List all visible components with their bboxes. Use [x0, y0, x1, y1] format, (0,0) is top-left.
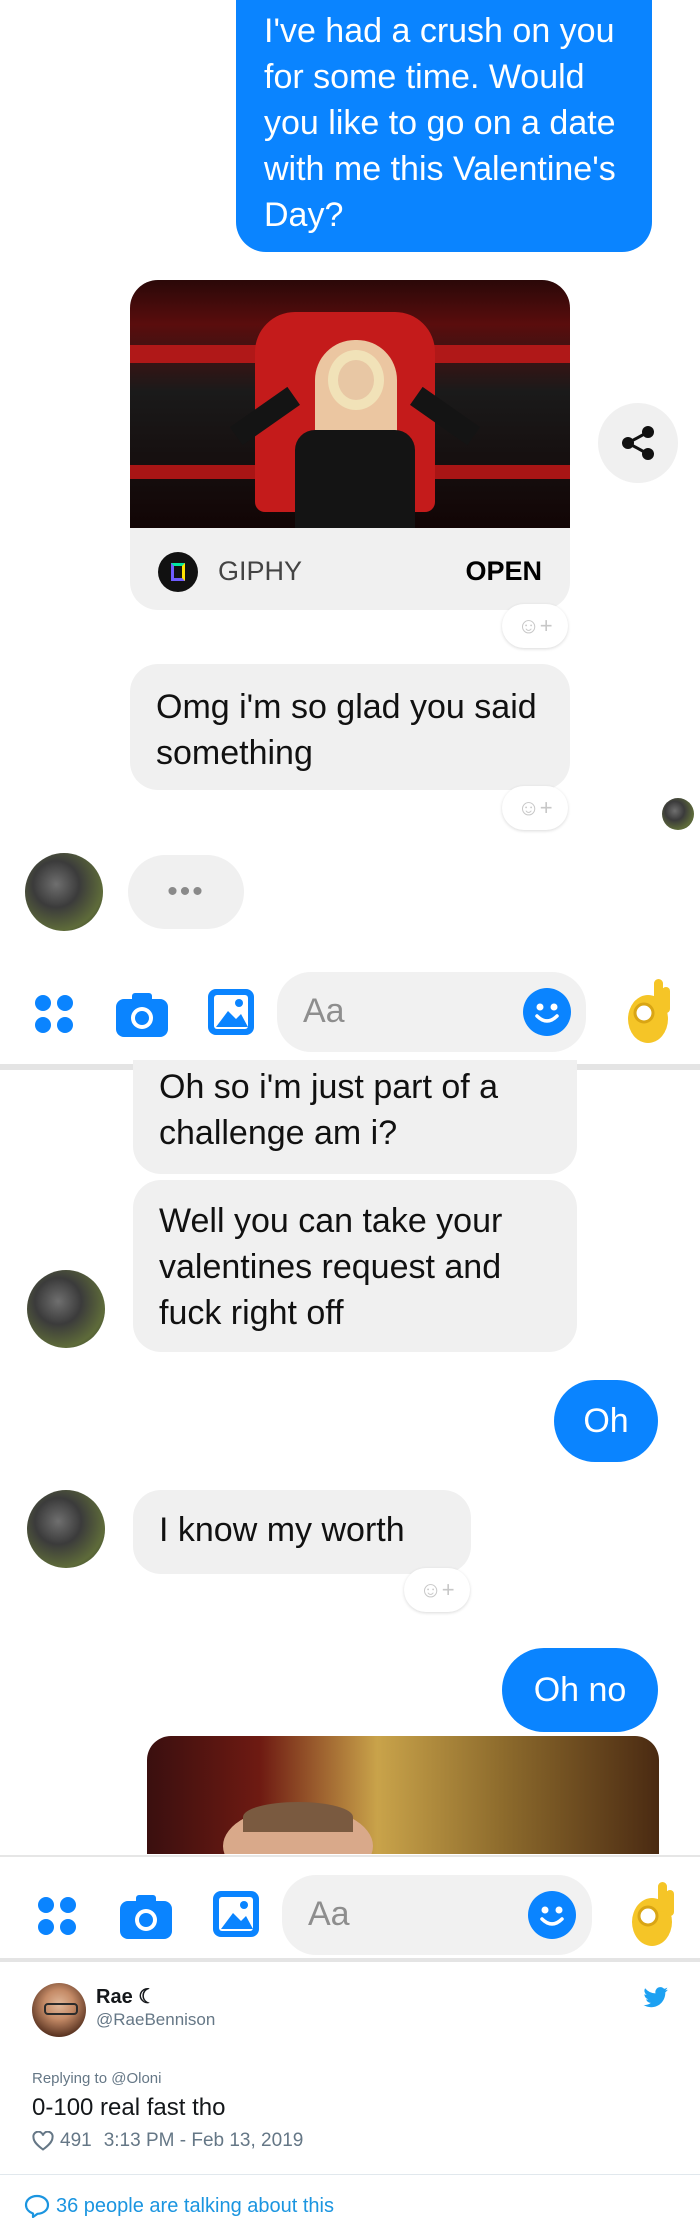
react-add-icon: ☺+	[517, 795, 553, 820]
tweet-conversation-link[interactable]: 36 people are talking about this	[24, 2194, 334, 2218]
gif-preview[interactable]	[147, 1736, 659, 1854]
emoji-button[interactable]	[528, 1891, 576, 1939]
message-text: Oh	[583, 1402, 629, 1440]
input-placeholder: Aa	[303, 992, 345, 1030]
gallery-button[interactable]	[205, 986, 257, 1038]
tweet-body: 0-100 real fast tho	[32, 2094, 226, 2121]
share-button[interactable]	[598, 403, 678, 483]
tweet-like-count: 491	[60, 2130, 92, 2151]
ok-hand-icon	[628, 979, 670, 1043]
comment-bubble-icon	[24, 2194, 50, 2218]
camera-button[interactable]	[114, 986, 170, 1042]
tweet-author-handle[interactable]: @RaeBennison	[96, 2010, 215, 2030]
gif-image	[130, 280, 570, 528]
message-text: Oh no	[533, 1671, 627, 1709]
menu-dots-icon	[38, 1897, 76, 1935]
giphy-label: GIPHY	[218, 556, 303, 586]
ok-hand-button[interactable]	[624, 1875, 680, 1951]
tweet-author-name[interactable]: Rae ☾	[96, 1984, 156, 2009]
message-incoming: Oh so i'm just part of a challenge am i?	[133, 1060, 577, 1174]
heart-icon[interactable]	[32, 2131, 54, 2151]
tweet-separator	[0, 1958, 700, 1962]
tweet-conversation-text: 36 people are talking about this	[56, 2194, 334, 2217]
toolbar-separator	[0, 1855, 700, 1857]
share-icon	[622, 426, 654, 460]
giphy-logo-icon	[158, 552, 198, 592]
message-text: I've had a crush on you for some time. W…	[264, 12, 616, 234]
message-input[interactable]: Aa	[277, 972, 586, 1052]
ok-hand-button[interactable]	[620, 972, 676, 1048]
message-text: Omg i'm so glad you said something	[156, 688, 537, 772]
message-incoming: I know my worth	[133, 1490, 471, 1574]
menu-dots-icon	[35, 995, 73, 1033]
message-outgoing: I've had a crush on you for some time. W…	[236, 0, 652, 252]
message-input[interactable]: Aa	[282, 1875, 592, 1955]
tweet-meta: 491 3:13 PM - Feb 13, 2019	[32, 2130, 303, 2152]
camera-icon	[116, 993, 168, 1037]
read-receipt-avatar	[662, 798, 694, 830]
contact-avatar	[27, 1490, 105, 1568]
emoji-icon	[540, 1906, 564, 1926]
react-add-button[interactable]: ☺+	[404, 1568, 470, 1612]
react-add-icon: ☺+	[517, 613, 553, 638]
message-text: I know my worth	[159, 1511, 405, 1549]
react-add-icon: ☺+	[419, 1577, 455, 1602]
tweet-replying-to[interactable]: Replying to @Oloni	[32, 2070, 161, 2087]
menu-dots-button[interactable]	[33, 1892, 81, 1940]
typing-indicator: •••	[128, 855, 244, 929]
message-text: Oh so i'm just part of a challenge am i?	[159, 1068, 499, 1152]
giphy-card[interactable]: GIPHY OPEN	[130, 280, 570, 610]
message-outgoing: Oh	[554, 1380, 658, 1462]
message-incoming: Well you can take your valentines reques…	[133, 1180, 577, 1352]
tweet-timestamp[interactable]: 3:13 PM - Feb 13, 2019	[104, 2130, 304, 2152]
contact-avatar	[25, 853, 103, 931]
react-add-button[interactable]: ☺+	[502, 786, 568, 830]
tweet-avatar[interactable]	[32, 1983, 86, 2037]
image-icon	[208, 989, 254, 1035]
tweet-footer-line	[0, 2174, 700, 2175]
camera-button[interactable]	[118, 1888, 174, 1944]
typing-dots: •••	[167, 875, 205, 908]
giphy-open-button[interactable]: OPEN	[465, 556, 542, 587]
message-text: Well you can take your valentines reques…	[159, 1202, 503, 1332]
contact-avatar	[27, 1270, 105, 1348]
emoji-button[interactable]	[523, 988, 571, 1036]
input-placeholder: Aa	[308, 1895, 350, 1933]
message-outgoing: Oh no	[502, 1648, 658, 1732]
emoji-icon	[535, 1003, 559, 1023]
camera-icon	[120, 1895, 172, 1939]
image-icon	[213, 1891, 259, 1937]
message-incoming: Omg i'm so glad you said something	[130, 664, 570, 790]
twitter-bird-icon[interactable]	[643, 1987, 669, 2009]
gallery-button[interactable]	[210, 1888, 262, 1940]
react-add-button[interactable]: ☺+	[502, 604, 568, 648]
menu-dots-button[interactable]	[30, 990, 78, 1038]
ok-hand-icon	[632, 1882, 674, 1946]
